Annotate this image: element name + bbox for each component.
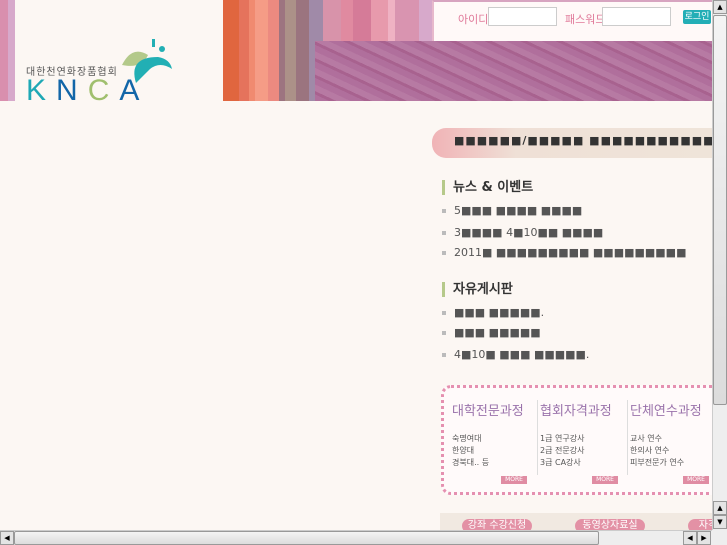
logo-butterfly-icon [122,39,172,83]
login-button[interactable]: 로그인 [683,10,711,24]
news-section-title[interactable]: 뉴스 & 이벤트 [442,180,533,195]
decorative-stripe [0,0,15,101]
vertical-scrollbar[interactable]: ▲ ▲ ▼ [712,0,727,530]
board-section-title[interactable]: 자유게시판 [442,282,513,297]
course-panel: 대학전문과정 숙명여대한양대경북대.. 등 MORE 협회자격과정 1급 연구강… [441,385,721,495]
course-line: 한의사 연수 [630,446,670,455]
scrollbar-corner [712,530,727,545]
board-item[interactable]: ■■■ ■■■■■. [442,306,544,319]
logo-letter: K [26,74,57,107]
more-button[interactable]: MORE [501,476,527,484]
course-university: 대학전문과정 숙명여대한양대경북대.. 등 [452,400,540,480]
news-item[interactable]: 5■■■ ■■■■ ■■■■ [442,204,582,217]
scroll-up-icon[interactable]: ▲ [713,0,727,14]
board-item[interactable]: 4■10■ ■■■ ■■■■■. [442,348,589,361]
password-label: 패스워드 [565,13,606,26]
course-apply-button[interactable]: 강좌 수강신청 [462,519,532,530]
course-line: 2급 전문강사 [540,446,585,455]
logo-letter: N [56,74,88,107]
logo-letter: C [87,74,120,107]
id-input[interactable] [488,7,557,26]
id-label: 아이디 [458,13,489,26]
more-button[interactable]: MORE [592,476,618,484]
scroll-left-icon[interactable]: ◀ [0,531,14,545]
board-item[interactable]: ■■■ ■■■■■ [442,326,541,339]
divider [537,400,538,475]
course-title[interactable]: 대학전문과정 [452,400,540,419]
course-line: 교사 연수 [630,434,662,443]
password-input[interactable] [602,7,671,26]
divider [627,400,628,475]
course-line: 1급 연구강사 [540,434,585,443]
scroll-right-icon[interactable]: ▶ [697,531,711,545]
course-title[interactable]: 협회자격과정 [540,400,628,419]
course-title[interactable]: 단체연수과정 [630,400,718,419]
scroll-down-icon[interactable]: ▼ [713,515,727,529]
course-line: 경북대.. 등 [452,458,490,467]
course-group: 단체연수과정 교사 연수한의사 연수피부전문가 연수 [630,400,718,480]
horizontal-scrollbar[interactable]: ◀ ◀ ▶ [0,530,712,545]
more-button[interactable]: MORE [683,476,709,484]
scroll-left-icon[interactable]: ◀ [683,531,697,545]
vertical-scroll-thumb[interactable] [713,15,727,405]
course-line: 한양대 [452,446,475,455]
course-line: 3급 CA강사 [540,458,581,467]
banner-title: ■■■■■■/■■■■■ ■■■■■■■■■■■■ ■■ [432,128,712,158]
course-association: 협회자격과정 1급 연구강사 2급 전문강사 3급 CA강사 [540,400,628,480]
course-line: 숙명여대 [452,434,482,443]
course-line: 피부전문가 연수 [630,458,685,467]
bottom-nav: 강좌 수강신청 동영상자료실 자격 [440,513,712,530]
news-item[interactable]: 2011■ ■■■■■■■■■ ■■■■■■■■■ [442,246,686,259]
news-item[interactable]: 3■■■■ 4■10■■ ■■■■ [442,226,603,239]
header-texture-band [315,41,712,101]
scroll-up-icon[interactable]: ▲ [713,501,727,515]
video-library-button[interactable]: 동영상자료실 [575,519,645,530]
certificate-button[interactable]: 자격 [688,519,712,530]
login-form: 아이디 패스워드 로그인 [432,0,712,41]
horizontal-scroll-thumb[interactable] [14,531,599,545]
